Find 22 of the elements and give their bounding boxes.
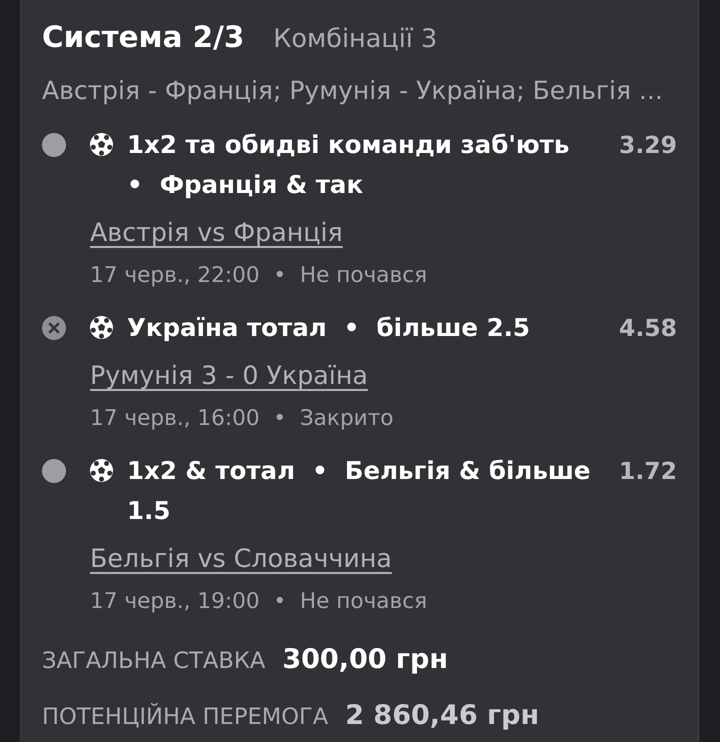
combinations-label: Комбінації 3 [273,23,438,56]
payout-label: ПОТЕНЦІЙНА ПЕРЕМОГА [42,702,328,732]
match-link[interactable]: Австрія vs Франція [90,216,343,250]
system-title: Система 2/3 [42,19,244,56]
selection-title: 1x2 та обидві команди заб'ють • Франція & так [127,129,570,201]
match-link[interactable]: Бельгія vs Словаччина [90,542,392,576]
odds-value: 3.29 [619,130,677,161]
selection-title: Україна тотал • більше 2.5 [127,312,531,344]
stake-amount: 300,00 грн [282,643,448,677]
stake-label: ЗАГАЛЬНА СТАВКА [42,647,266,676]
payout-amount: 2 860,46 грн [345,699,540,733]
soccer-ball-icon [90,133,113,156]
match-info: 17 черв., 19:00 • Не почався [90,588,428,616]
soccer-ball-icon [90,316,113,339]
selection-title: 1x2 & тотал • Бельгія & більше 1.5 [127,455,592,527]
match-info: 17 черв., 16:00 • Закрито [90,405,394,433]
events-summary: Австрія - Франція; Румунія - Україна; Бельгія ... [42,75,663,107]
odds-value: 4.58 [619,313,677,344]
soccer-ball-icon [90,459,113,482]
odds-value: 1.72 [619,456,677,487]
match-link[interactable]: Румунія 3 - 0 Україна [90,359,368,393]
match-info: 17 черв., 22:00 • Не почався [90,262,428,290]
